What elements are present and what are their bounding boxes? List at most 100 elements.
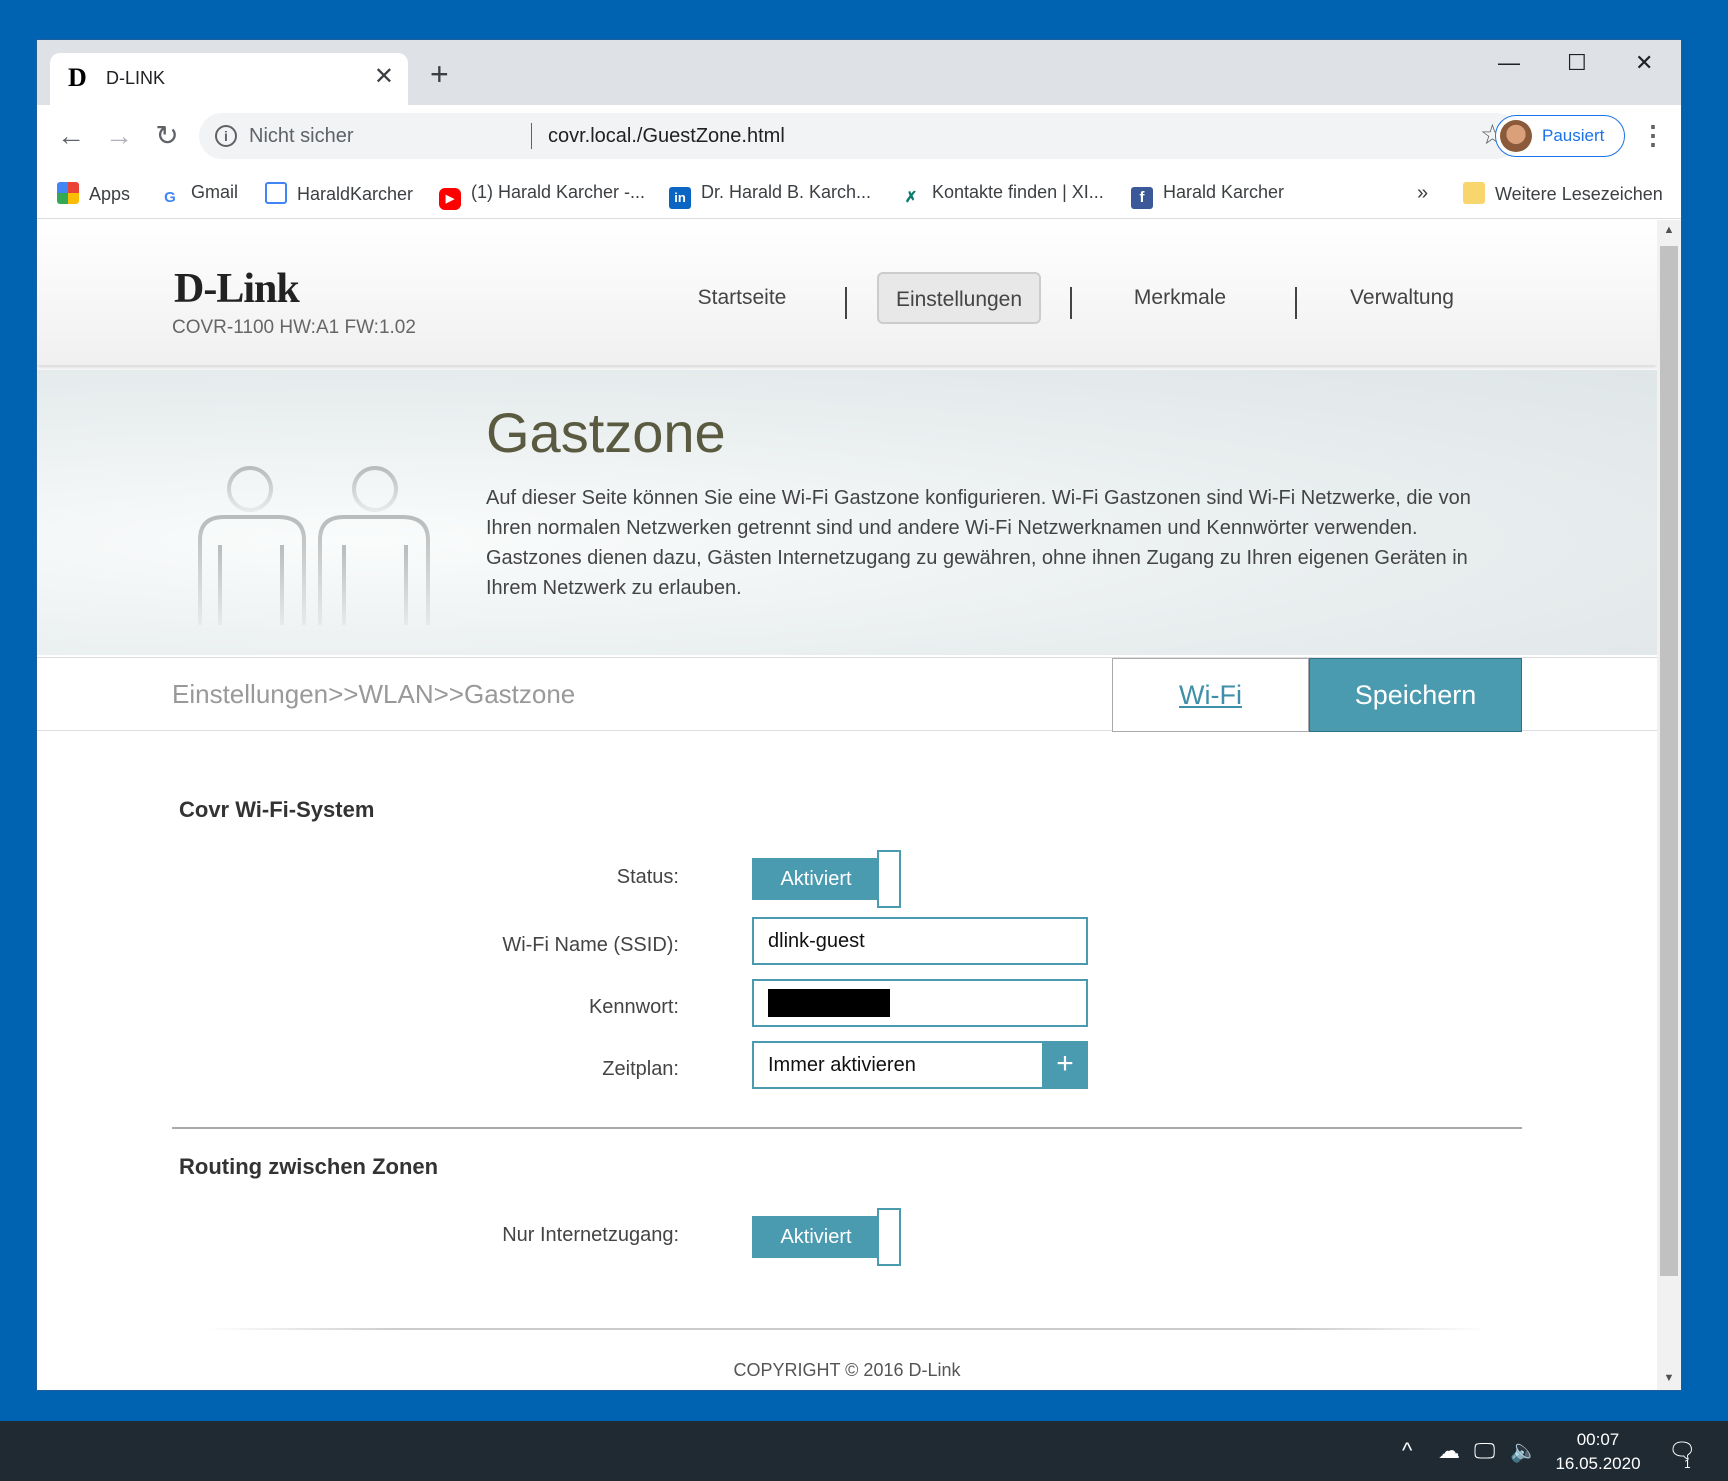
- schedule-select[interactable]: Immer aktivieren +: [752, 1041, 1088, 1089]
- system-clock[interactable]: 00:07 16.05.2020: [1548, 1428, 1648, 1476]
- page-description: Auf dieser Seite können Sie eine Wi-Fi G…: [486, 487, 1471, 599]
- new-tab-button[interactable]: +: [430, 58, 449, 90]
- bookmark-haraldkarcher[interactable]: HaraldKarcher: [265, 182, 413, 205]
- notifications-icon[interactable]: 🗨: [1668, 1438, 1696, 1464]
- nav-verwaltung[interactable]: Verwaltung: [1327, 272, 1477, 324]
- browser-tab[interactable]: D D-LINK ✕: [50, 53, 408, 105]
- nav-separator: [845, 287, 847, 319]
- address-bar[interactable]: i Nicht sicher covr.local./GuestZone.htm…: [199, 113, 1519, 159]
- wifi-link[interactable]: Wi-Fi: [1112, 658, 1309, 732]
- toggle-knob[interactable]: [877, 850, 901, 908]
- internet-only-toggle-label: Aktiviert: [752, 1216, 880, 1258]
- scroll-up-icon[interactable]: ▲: [1657, 224, 1681, 236]
- onedrive-cloud-icon[interactable]: ☁: [1438, 1438, 1460, 1464]
- scroll-thumb[interactable]: [1660, 246, 1678, 1276]
- vertical-scrollbar[interactable]: ▲ ▼: [1657, 220, 1681, 1390]
- back-arrow-icon[interactable]: ←: [53, 118, 89, 154]
- forward-arrow-icon[interactable]: →: [101, 118, 137, 154]
- router-header: D-Link COVR-1100 HW:A1 FW:1.02 Startseit…: [37, 220, 1657, 365]
- scroll-down-icon[interactable]: ▼: [1657, 1372, 1681, 1384]
- clock-time: 00:07: [1576, 1430, 1620, 1449]
- bookmark-label: (1) Harald Karcher -...: [471, 182, 646, 202]
- password-input[interactable]: [752, 979, 1088, 1027]
- info-icon[interactable]: i: [215, 125, 237, 147]
- redacted-password: [768, 989, 890, 1017]
- section-title-routing: Routing zwischen Zonen: [179, 1154, 439, 1179]
- bookmarks-overflow-button[interactable]: »: [1417, 182, 1428, 205]
- schedule-label: Zeitplan:: [602, 1058, 679, 1080]
- page-title: Gastzone: [486, 401, 726, 464]
- bookmarks-bar: Apps G Gmail HaraldKarcher ▶ (1) Harald Ka…: [37, 170, 1681, 219]
- apps-grid-icon: [57, 182, 79, 204]
- close-window-icon[interactable]: ✕: [1635, 50, 1653, 76]
- tab-title: D-LINK: [106, 68, 166, 88]
- tab-strip: D D-LINK ✕ + — ☐ ✕: [37, 40, 1681, 105]
- profile-button[interactable]: Pausiert: [1495, 115, 1625, 157]
- dlink-logo: D-Link: [174, 266, 300, 312]
- browser-menu-icon[interactable]: ⋮: [1640, 115, 1666, 155]
- bookmark-label: Harald Karcher: [1163, 182, 1285, 202]
- close-tab-icon[interactable]: ✕: [374, 64, 394, 90]
- nav-merkmale[interactable]: Merkmale: [1105, 272, 1255, 324]
- bookmark-xing[interactable]: ✗ Kontakte finden | XI...: [900, 182, 1104, 209]
- ssid-label: Wi-Fi Name (SSID):: [502, 934, 679, 956]
- breadcrumb-bar: Einstellungen>>WLAN>>Gastzone Wi-Fi Spei…: [37, 657, 1657, 732]
- folder-icon: [1463, 182, 1485, 204]
- bookmark-label: Kontakte finden | XI...: [932, 182, 1104, 202]
- status-label: Status:: [616, 866, 679, 888]
- dlink-favicon-icon: D: [68, 63, 87, 92]
- profile-label: Pausiert: [1542, 126, 1605, 145]
- bookmark-label: HaraldKarcher: [297, 184, 414, 204]
- bookmark-linkedin[interactable]: in Dr. Harald B. Karch...: [669, 182, 871, 209]
- clock-date: 16.05.2020: [1555, 1454, 1641, 1473]
- section-divider: [172, 1127, 1522, 1129]
- save-button[interactable]: Speichern: [1309, 658, 1522, 732]
- add-schedule-button[interactable]: +: [1042, 1041, 1088, 1089]
- youtube-icon: ▶: [439, 188, 461, 210]
- url-text[interactable]: covr.local./GuestZone.html: [548, 125, 785, 148]
- volume-icon[interactable]: 🔈: [1510, 1438, 1537, 1464]
- footer-divider: [207, 1328, 1487, 1330]
- toggle-knob[interactable]: [877, 1208, 901, 1266]
- other-bookmarks[interactable]: Weitere Lesezeichen: [1463, 182, 1663, 205]
- copyright-text: COPYRIGHT © 2016 D-Link: [733, 1360, 961, 1380]
- ssid-input[interactable]: dlink-guest: [752, 917, 1088, 965]
- internet-only-toggle[interactable]: Aktiviert: [752, 1208, 902, 1266]
- minimize-icon[interactable]: —: [1498, 50, 1520, 76]
- nav-startseite[interactable]: Startseite: [667, 272, 817, 324]
- maximize-icon[interactable]: ☐: [1567, 50, 1587, 76]
- xing-icon: ✗: [904, 189, 918, 206]
- bookmark-gmail[interactable]: G Gmail: [159, 182, 238, 209]
- facebook-icon: f: [1131, 187, 1153, 209]
- show-hidden-icons-icon[interactable]: ^: [1402, 1438, 1412, 1464]
- security-indicator[interactable]: Nicht sicher: [249, 125, 353, 148]
- bookmark-apps[interactable]: Apps: [57, 182, 130, 205]
- network-icon[interactable]: 🖵: [1474, 1438, 1495, 1464]
- avatar: [1500, 120, 1532, 152]
- hero-banner: Gastzone Auf dieser Seite können Sie ein…: [37, 370, 1657, 655]
- breadcrumb: Einstellungen>>WLAN>>Gastzone: [172, 679, 576, 709]
- bookmark-label: Apps: [89, 184, 131, 204]
- nav-separator: [1070, 287, 1072, 319]
- status-toggle[interactable]: Aktiviert: [752, 850, 902, 908]
- page-icon: [265, 182, 287, 204]
- nav-einstellungen[interactable]: Einstellungen: [877, 272, 1041, 324]
- nav-separator: [1295, 287, 1297, 319]
- google-icon: G: [164, 189, 176, 206]
- windows-taskbar: ^ ☁ 🖵 🔈 00:07 16.05.2020 🗨 1: [0, 1421, 1728, 1481]
- bookmark-label: Gmail: [191, 182, 239, 202]
- section-title-covr-wifi: Covr Wi-Fi-System: [179, 797, 375, 822]
- internet-only-label: Nur Internetzugang:: [502, 1224, 679, 1246]
- reload-icon[interactable]: ↻: [149, 118, 185, 154]
- guest-people-icon: [198, 466, 430, 625]
- bookmark-label: Weitere Lesezeichen: [1495, 184, 1663, 204]
- omnibox-divider: [531, 123, 532, 149]
- password-label: Kennwort:: [588, 996, 679, 1018]
- schedule-value: Immer aktivieren: [768, 1054, 916, 1076]
- model-info: COVR-1100 HW:A1 FW:1.02: [172, 317, 416, 338]
- status-toggle-label: Aktiviert: [752, 858, 880, 900]
- browser-toolbar: ← → ↻ i Nicht sicher covr.local./GuestZo…: [37, 105, 1681, 170]
- bookmark-facebook[interactable]: f Harald Karcher: [1131, 182, 1284, 209]
- notification-count-badge: 1: [1684, 1457, 1691, 1471]
- bookmark-youtube[interactable]: ▶ (1) Harald Karcher -...: [439, 182, 645, 210]
